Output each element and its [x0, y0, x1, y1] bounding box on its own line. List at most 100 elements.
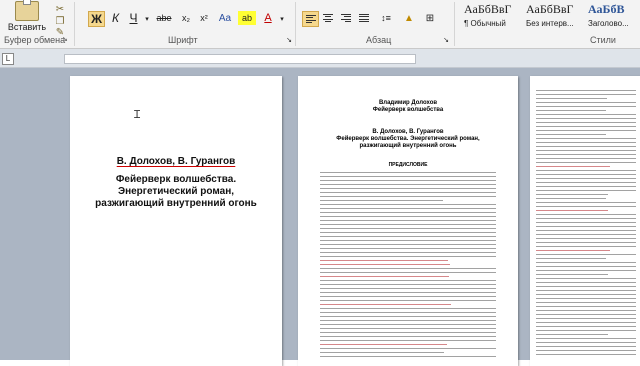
text-line: [320, 332, 496, 333]
text-line: [536, 298, 636, 299]
shading-button[interactable]: ▲: [400, 11, 418, 25]
style-no-spacing[interactable]: АаБбВвГ Без интерв...: [524, 0, 584, 32]
font-color-dropdown-icon[interactable]: ▾: [278, 14, 286, 24]
text-line: [320, 176, 496, 177]
text-line: [320, 320, 496, 321]
page-3[interactable]: [530, 76, 640, 366]
text-line: [536, 310, 636, 311]
text-line: [536, 278, 636, 279]
text-line: [536, 266, 636, 267]
text-line: [536, 122, 636, 123]
page-2[interactable]: Владимир Долохов Фейерверк волшебства В.…: [298, 76, 518, 366]
underline-dropdown-icon[interactable]: ▾: [142, 14, 152, 24]
text-line: [320, 292, 496, 293]
style-name: Заголово...: [588, 19, 629, 28]
text-line: [320, 208, 496, 209]
ruler-bar: L: [0, 49, 640, 68]
group-label-font: Шрифт: [168, 35, 198, 45]
align-center-button[interactable]: [320, 11, 335, 25]
text-line: [536, 218, 636, 219]
style-sample: АаБбВвГ: [464, 2, 512, 16]
text-line: [320, 296, 496, 297]
text-line: [536, 246, 636, 247]
page1-title-line: разжигающий внутренний огонь: [95, 198, 257, 209]
text-line: [320, 308, 496, 309]
text-line: [320, 192, 496, 193]
text-line: [536, 158, 636, 159]
align-center-icon: [322, 14, 333, 22]
text-line: [320, 280, 496, 281]
text-line: [536, 314, 636, 315]
text-line: [536, 274, 608, 275]
text-line: [536, 166, 610, 167]
text-line: [536, 102, 636, 103]
text-line: [536, 258, 606, 259]
clipboard-icon: [15, 0, 39, 21]
text-line: [536, 94, 636, 95]
text-line: [320, 236, 496, 237]
text-line: [320, 196, 496, 197]
strikethrough-button[interactable]: abe: [154, 11, 174, 25]
text-line: [536, 334, 608, 335]
group-label-paragraph: Абзац: [366, 35, 392, 45]
line-spacing-button[interactable]: ↕≡: [376, 11, 396, 25]
horizontal-ruler[interactable]: [64, 54, 416, 64]
text-line: [536, 114, 636, 115]
style-name: ¶ Обычный: [464, 19, 506, 28]
align-right-button[interactable]: [338, 11, 353, 25]
paste-button[interactable]: Вставить: [2, 0, 52, 32]
text-line: [536, 174, 636, 175]
page2-header-line: Фейерверк волшебства: [372, 107, 444, 113]
document-workspace[interactable]: В. Долохов, В. Гурангов Фейерверк волшеб…: [0, 68, 640, 366]
font-color-button[interactable]: A: [260, 11, 276, 25]
text-line: [536, 354, 636, 355]
text-line: [536, 282, 636, 283]
text-line: [536, 226, 636, 227]
align-left-button[interactable]: [302, 11, 319, 27]
cut-icon[interactable]: ✂: [54, 3, 66, 15]
text-line: [536, 346, 636, 347]
text-line: [320, 336, 496, 337]
page2-header: Владимир Долохов Фейерверк волшебства: [298, 100, 518, 114]
bold-button[interactable]: Ж: [88, 11, 105, 27]
style-name: Без интерв...: [526, 19, 574, 28]
text-line: [320, 188, 496, 189]
italic-button[interactable]: К: [108, 11, 123, 25]
style-heading-1[interactable]: АаБбВ Заголово...: [586, 0, 640, 32]
text-line: [536, 214, 636, 215]
text-line: [536, 206, 636, 207]
text-line: [320, 268, 496, 269]
text-line: [320, 264, 450, 265]
style-sample: АаБбВвГ: [526, 2, 574, 16]
text-line: [320, 300, 496, 301]
text-line: [320, 248, 496, 249]
superscript-button[interactable]: x²: [196, 11, 212, 25]
clipboard-dialog-launcher-icon[interactable]: ↘: [62, 35, 68, 43]
page2-section-heading: ПРЕДИСЛОВИЕ: [388, 162, 428, 168]
text-line: [320, 224, 496, 225]
underline-button[interactable]: Ч: [126, 11, 141, 25]
text-line: [536, 138, 636, 139]
page1-title: Фейерверк волшебства. Энергетический ром…: [70, 174, 282, 210]
text-line: [536, 294, 636, 295]
text-line: [320, 260, 448, 261]
text-line: [536, 126, 636, 127]
subscript-button[interactable]: x₂: [178, 11, 194, 25]
text-line: [536, 242, 636, 243]
text-line: [320, 340, 496, 341]
text-line: [536, 234, 636, 235]
justify-button[interactable]: [356, 11, 371, 25]
text-effects-button[interactable]: Aa: [216, 11, 234, 25]
page1-title-line: Энергетический роман,: [117, 186, 235, 197]
text-line: [536, 290, 636, 291]
style-normal[interactable]: АаБбВвГ ¶ Обычный: [462, 0, 522, 32]
borders-button[interactable]: ⊞: [420, 11, 440, 25]
text-line: [320, 276, 449, 277]
text-line: [536, 262, 636, 263]
page-1[interactable]: В. Долохов, В. Гурангов Фейерверк волшеб…: [70, 76, 282, 366]
text-line: [320, 352, 444, 353]
tab-selector[interactable]: L: [2, 53, 14, 65]
text-line: [320, 244, 496, 245]
highlight-button[interactable]: ab: [238, 11, 256, 25]
text-line: [320, 172, 496, 173]
